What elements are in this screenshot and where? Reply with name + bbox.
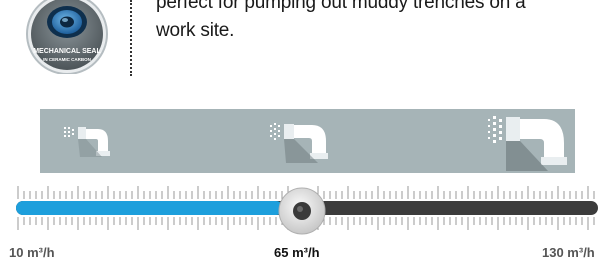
description-text: perfect for pumping out muddy trenches o…: [156, 0, 598, 45]
low-flow-nozzle-icon: [64, 127, 110, 157]
flow-illustration-panel: [40, 109, 575, 173]
mechanical-seal-badge: MECHANICAL SEAL IN CERAMIC CARBON: [26, 0, 108, 74]
medium-flow-nozzle-icon: [270, 123, 328, 163]
slider-thumb[interactable]: [277, 186, 327, 236]
high-flow-nozzle-icon: [488, 116, 567, 171]
description-line-2: work site.: [156, 20, 235, 41]
max-flow-label: 130 m³/h: [542, 245, 595, 260]
slider-fill: [16, 201, 283, 215]
badge-line-1: MECHANICAL SEAL: [33, 48, 101, 55]
description-line-1: perfect for pumping out muddy trenches o…: [156, 0, 526, 13]
current-flow-label: 65 m³/h: [274, 245, 320, 260]
min-flow-label: 10 m³/h: [9, 245, 55, 260]
vertical-divider: [130, 0, 132, 76]
badge-line-2: IN CERAMIC CARBON: [43, 57, 91, 62]
